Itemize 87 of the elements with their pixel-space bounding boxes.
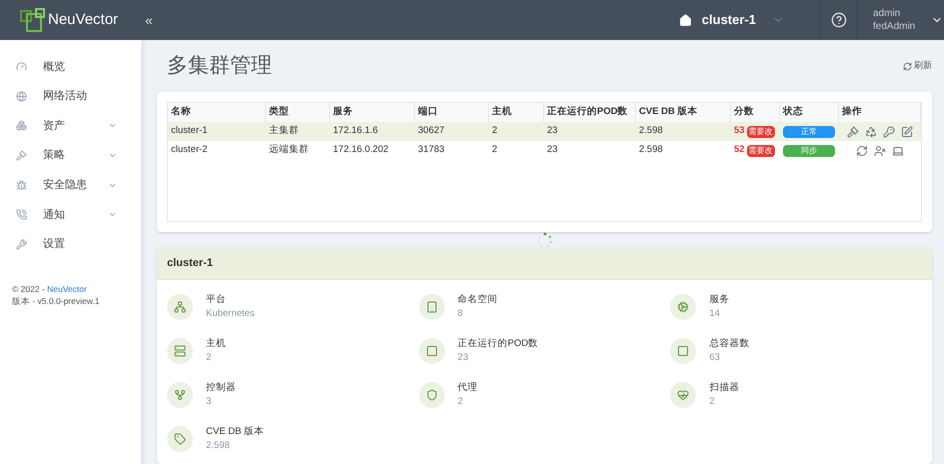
stat-label: CVE DB 版本 [206,425,264,439]
table-cell-text: 23 [546,143,559,158]
cluster-name[interactable]: cluster-1 [702,10,756,30]
nav-item[interactable]: 网络活动 [0,82,141,112]
table-cell-text: 31783 [417,143,446,158]
stat-icon [670,338,696,364]
nav-item[interactable]: 安全隐患 [0,170,141,200]
score-badge: 需要改 [746,144,775,156]
nav-icon [16,90,27,102]
table-cell-text: 主集群 [268,124,300,138]
stat-icon [167,426,193,452]
stat-label: 平台 [206,293,227,307]
stat-icon [167,294,193,320]
table-cell-text: 2 [491,124,498,138]
laptop-icon[interactable] [892,144,904,156]
stat-label: 正在运行的POD数 [458,337,538,351]
stat-icon [418,382,445,408]
stat-label: 命名空间 [458,293,498,307]
stat-value: 2 [458,395,464,409]
copyright-text: © 2022 - [12,284,45,294]
table-cell-text: cluster-2 [170,143,208,158]
stat-value: 14 [709,307,721,321]
stat-value: 2 [709,395,716,409]
stat-icon [418,338,445,364]
home-icon [678,14,692,26]
stat-icon [167,382,193,408]
stat-value: 63 [709,351,721,365]
score-value: 53 [734,124,745,138]
stat-label: 控制器 [206,381,236,395]
nav-item[interactable]: 策略 [0,140,141,170]
table-cell-text: 30627 [417,124,446,138]
nav-icon [16,180,27,191]
stat-label: 服务 [709,293,730,307]
table-cell-text: 172.16.0.202 [332,143,390,158]
refresh-icon [903,62,912,70]
stat-icon [418,294,445,320]
version-text: 版本 - v5.0.0-preview.1 [12,295,100,308]
collapse-button[interactable]: « [145,10,153,30]
user-name: admin [873,7,902,20]
key-icon[interactable] [883,126,895,138]
table-cell-text: 2.598 [638,124,664,138]
gavel-icon[interactable] [847,126,859,138]
stat-value: 2.598 [206,439,231,453]
stat-value: 23 [458,351,470,365]
score-badge: 需要改 [746,126,775,138]
stat-value: 3 [206,395,212,409]
nav-icon [16,61,27,72]
page-title: 多集群管理 [167,53,272,80]
status-badge: 同步 [783,144,835,156]
nav-icon [16,238,27,250]
user-remove-icon[interactable] [874,144,886,156]
stat-icon [670,382,696,408]
table-cell-text: 2.598 [638,143,664,158]
help-icon[interactable] [830,12,846,28]
nav-item[interactable]: 设置 [0,230,141,260]
stat-label: 代理 [458,381,478,395]
nav-icon [16,209,27,220]
table-cell-text: 172.16.1.6 [332,124,379,138]
stat-icon [167,338,193,364]
table-cell-text: cluster-1 [170,124,208,138]
edit-icon[interactable] [901,126,913,138]
table-cell-text: 23 [546,124,559,138]
user-role: fedAdmin [873,20,916,33]
sync-icon[interactable] [856,144,868,156]
nav-icon [16,120,27,132]
nav-item[interactable]: 资产 [0,111,141,141]
table-cell-text: 远端集群 [268,143,310,158]
stat-value: 8 [458,307,464,321]
table-row[interactable]: cluster-1 主集群 172.16.1.6 30627 2 23 2.598 53 需要改 正常 [168,122,921,141]
stat-icon [670,294,696,320]
nav-item[interactable]: 通知 [0,200,141,230]
nav-icon [16,150,27,162]
card-title: cluster-1 [167,256,213,272]
status-badge: 正常 [783,126,835,138]
stat-value: 2 [206,351,212,365]
stat-label: 扫描器 [709,381,740,395]
brand-name: NeuVector [48,10,118,30]
score-value: 52 [734,143,745,158]
nav-item[interactable]: 概览 [0,52,141,82]
recycle-icon[interactable] [865,126,877,138]
stat-value: Kubernetes [206,307,255,321]
refresh-button[interactable]: 刷新 [903,59,932,73]
stat-label: 主机 [206,337,226,351]
table-cell-text: 2 [491,143,498,158]
company-link[interactable]: NeuVector [47,284,87,294]
logo-icon [20,8,46,32]
stat-label: 总容器数 [709,337,750,351]
